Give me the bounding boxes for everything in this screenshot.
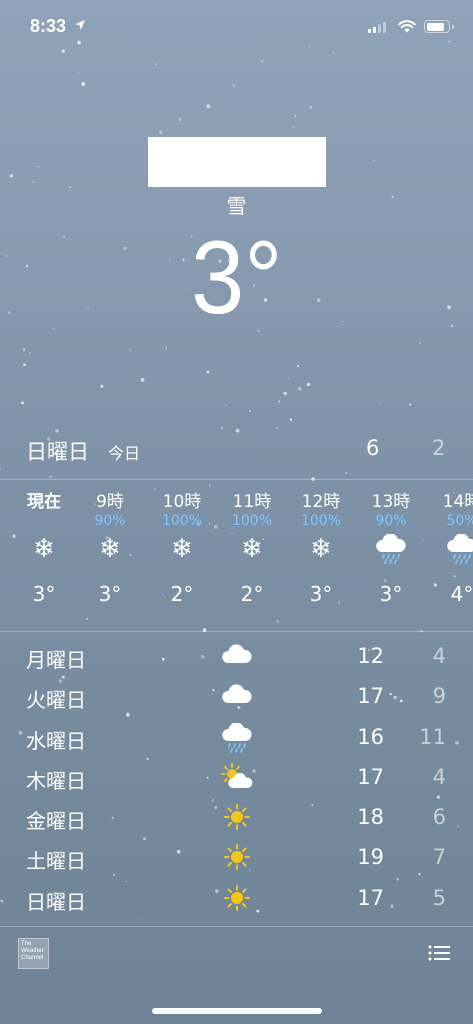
hourly-precip: 90% — [94, 513, 126, 529]
daily-low: 11 — [419, 724, 446, 749]
hourly-time: 10時 — [162, 492, 202, 512]
hourly-item: 11時 100% ❄ 2° — [220, 482, 284, 606]
daily-row: 金曜日 18 6 — [0, 797, 473, 837]
daily-row: 水曜日 16 11 — [0, 717, 473, 757]
snowflake-icon: ❄ — [171, 534, 193, 564]
partly-cloudy-icon — [220, 762, 254, 791]
divider — [0, 926, 473, 927]
daily-forecast: 月曜日 12 4 火曜日 17 9 水曜日 16 11 木曜日 17 4 金曜日 18 6 土曜日 19 7 日曜日… — [0, 636, 473, 918]
daily-row: 日曜日 17 5 — [0, 878, 473, 918]
daily-high: 19 — [357, 845, 384, 870]
current-temperature: 3° — [190, 220, 283, 336]
hourly-temp: 3° — [98, 582, 122, 606]
today-day: 日曜日 — [26, 440, 89, 464]
daily-high: 18 — [357, 805, 384, 830]
hourly-time: 現在 — [27, 492, 61, 512]
daily-low: 4 — [432, 764, 446, 789]
city-name-redacted — [148, 137, 326, 187]
daily-low: 6 — [432, 805, 446, 830]
snowflake-icon: ❄ — [99, 534, 121, 564]
hourly-precip: 50% — [446, 513, 473, 529]
daily-day: 木曜日 — [26, 768, 86, 793]
status-bar: 8:33 — [0, 0, 473, 56]
daily-high: 17 — [357, 684, 384, 709]
hourly-time: 13時 — [371, 492, 411, 512]
current-condition: 雪 — [226, 194, 247, 218]
hourly-item: 9時 90% ❄ 3° — [78, 482, 142, 606]
hourly-time: 11時 — [232, 492, 272, 512]
daily-day: 水曜日 — [26, 728, 86, 753]
status-time: 8:33 — [30, 16, 67, 36]
cloud-rain-icon — [220, 722, 254, 753]
hourly-precip: 100% — [300, 513, 342, 529]
hourly-time: 9時 — [96, 492, 124, 512]
cellular-signal-icon — [368, 22, 386, 33]
weather-channel-logo[interactable]: The Weather Channel — [18, 938, 49, 969]
today-label: 今日 — [108, 444, 141, 463]
hourly-forecast[interactable]: 現在 ❄ 3° 9時 90% ❄ 3° 10時 100% ❄ 2° 11時 100% ❄ 2° 12時 100%… — [0, 482, 473, 630]
hourly-temp: 2° — [170, 582, 194, 606]
daily-row: 月曜日 12 4 — [0, 636, 473, 676]
city-list-icon[interactable] — [428, 944, 450, 962]
hourly-precip: 100% — [231, 513, 273, 529]
daily-row: 火曜日 17 9 — [0, 676, 473, 716]
sun-icon — [220, 884, 254, 912]
divider — [0, 479, 473, 480]
daily-low: 4 — [432, 644, 446, 668]
hourly-temp: 4° — [450, 582, 473, 606]
daily-row: 土曜日 19 7 — [0, 837, 473, 877]
snowflake-icon: ❄ — [310, 534, 332, 564]
hourly-time: 14時 — [442, 492, 473, 512]
hourly-precip: 100% — [161, 513, 203, 529]
daily-row: 木曜日 17 4 — [0, 757, 473, 797]
daily-day: 金曜日 — [26, 809, 86, 834]
hourly-temp: 3° — [379, 582, 403, 606]
daily-day: 日曜日 — [26, 889, 86, 914]
daily-low: 9 — [432, 684, 446, 709]
daily-high: 17 — [357, 764, 384, 789]
today-low: 2 — [432, 436, 446, 460]
cloud-icon — [220, 642, 254, 670]
cloud-rain-icon — [359, 530, 423, 568]
sun-icon — [220, 803, 254, 831]
divider — [0, 631, 473, 632]
hourly-temp: 3° — [309, 582, 333, 606]
today-summary-row: 日曜日 今日 6 2 — [0, 428, 473, 472]
daily-low: 7 — [432, 845, 446, 870]
daily-high: 17 — [357, 885, 384, 910]
hourly-precip — [12, 512, 76, 530]
hourly-temp: 3° — [32, 582, 56, 606]
hourly-item: 現在 ❄ 3° — [12, 482, 76, 606]
hourly-item: 12時 100% ❄ 3° — [289, 482, 353, 606]
hourly-item: 13時 90% 3° — [359, 482, 423, 606]
snowflake-icon: ❄ — [33, 534, 55, 564]
today-high: 6 — [366, 436, 380, 460]
hourly-precip: 90% — [375, 513, 407, 529]
hourly-time: 12時 — [301, 492, 341, 512]
daily-day: 火曜日 — [26, 688, 86, 713]
cloud-icon — [220, 682, 254, 710]
cloud-rain-icon — [430, 530, 473, 568]
hourly-item: 14時50% 4° — [430, 482, 473, 606]
home-indicator[interactable] — [152, 1008, 322, 1014]
daily-high: 12 — [357, 644, 384, 668]
wifi-icon — [398, 20, 416, 33]
sun-icon — [220, 843, 254, 871]
daily-day: 土曜日 — [26, 849, 86, 874]
hourly-item: 10時 100% ❄ 2° — [150, 482, 214, 606]
daily-low: 5 — [432, 885, 446, 910]
battery-icon — [424, 20, 454, 33]
snowflake-icon: ❄ — [241, 534, 263, 564]
daily-day: 月曜日 — [26, 648, 86, 672]
daily-high: 16 — [357, 724, 384, 749]
hourly-temp: 2° — [240, 582, 264, 606]
location-arrow-icon — [75, 20, 85, 30]
